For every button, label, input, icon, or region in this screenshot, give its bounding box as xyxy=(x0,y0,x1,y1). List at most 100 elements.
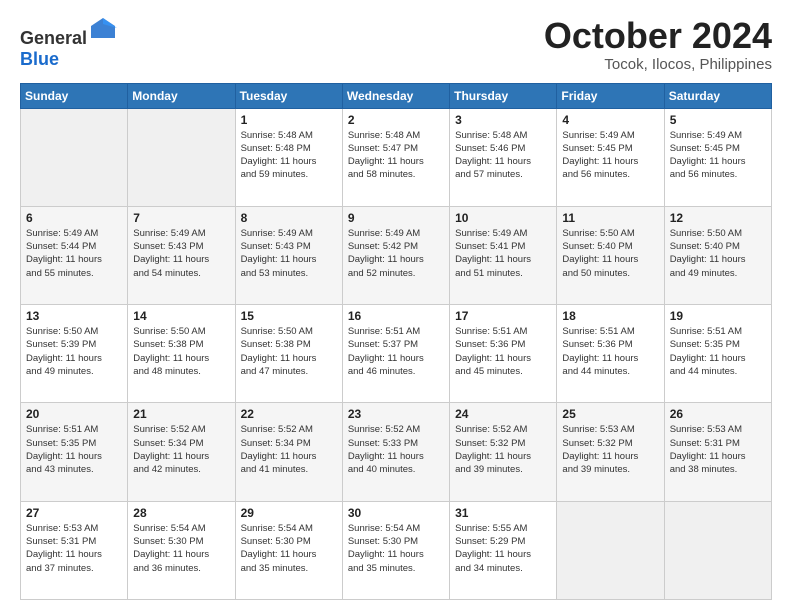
day-detail: Sunrise: 5:53 AMSunset: 5:32 PMDaylight:… xyxy=(562,423,658,476)
day-number: 30 xyxy=(348,506,444,520)
day-detail: Sunrise: 5:54 AMSunset: 5:30 PMDaylight:… xyxy=(241,522,337,575)
calendar-table: Sunday Monday Tuesday Wednesday Thursday… xyxy=(20,83,772,600)
calendar-cell: 23 Sunrise: 5:52 AMSunset: 5:33 PMDayligh… xyxy=(342,403,449,501)
title-area: October 2024 Tocok, Ilocos, Philippines xyxy=(544,16,772,73)
day-detail: Sunrise: 5:50 AMSunset: 5:40 PMDaylight:… xyxy=(562,227,658,280)
day-number: 15 xyxy=(241,309,337,323)
calendar-cell: 14 Sunrise: 5:50 AMSunset: 5:38 PMDayligh… xyxy=(128,305,235,403)
calendar-cell: 21 Sunrise: 5:52 AMSunset: 5:34 PMDayligh… xyxy=(128,403,235,501)
day-detail: Sunrise: 5:52 AMSunset: 5:34 PMDaylight:… xyxy=(241,423,337,476)
calendar-header-row: Sunday Monday Tuesday Wednesday Thursday… xyxy=(21,83,772,108)
day-detail: Sunrise: 5:52 AMSunset: 5:34 PMDaylight:… xyxy=(133,423,229,476)
day-number: 18 xyxy=(562,309,658,323)
day-detail: Sunrise: 5:48 AMSunset: 5:46 PMDaylight:… xyxy=(455,129,551,182)
day-detail: Sunrise: 5:49 AMSunset: 5:42 PMDaylight:… xyxy=(348,227,444,280)
logo-blue: Blue xyxy=(20,49,59,69)
day-number: 2 xyxy=(348,113,444,127)
calendar-cell: 7 Sunrise: 5:49 AMSunset: 5:43 PMDaylight… xyxy=(128,206,235,304)
day-detail: Sunrise: 5:51 AMSunset: 5:35 PMDaylight:… xyxy=(670,325,766,378)
calendar-cell: 26 Sunrise: 5:53 AMSunset: 5:31 PMDayligh… xyxy=(664,403,771,501)
calendar-cell: 24 Sunrise: 5:52 AMSunset: 5:32 PMDayligh… xyxy=(450,403,557,501)
calendar-cell: 6Sunrise: 5:49 AMSunset: 5:44 PMDaylight… xyxy=(21,206,128,304)
calendar-cell: 5Sunrise: 5:49 AMSunset: 5:45 PMDaylight… xyxy=(664,108,771,206)
day-number: 28 xyxy=(133,506,229,520)
calendar-cell: 29 Sunrise: 5:54 AMSunset: 5:30 PMDayligh… xyxy=(235,501,342,599)
day-detail: Sunrise: 5:49 AMSunset: 5:43 PMDaylight:… xyxy=(133,227,229,280)
day-detail: Sunrise: 5:52 AMSunset: 5:32 PMDaylight:… xyxy=(455,423,551,476)
day-detail: Sunrise: 5:54 AMSunset: 5:30 PMDaylight:… xyxy=(348,522,444,575)
calendar-cell: 22 Sunrise: 5:52 AMSunset: 5:34 PMDayligh… xyxy=(235,403,342,501)
calendar-cell: 1Sunrise: 5:48 AMSunset: 5:48 PMDaylight… xyxy=(235,108,342,206)
day-number: 13 xyxy=(26,309,122,323)
calendar-cell: 4Sunrise: 5:49 AMSunset: 5:45 PMDaylight… xyxy=(557,108,664,206)
day-number: 19 xyxy=(670,309,766,323)
logo-general: General xyxy=(20,28,87,48)
day-number: 16 xyxy=(348,309,444,323)
header-monday: Monday xyxy=(128,83,235,108)
day-number: 22 xyxy=(241,407,337,421)
day-detail: Sunrise: 5:51 AMSunset: 5:35 PMDaylight:… xyxy=(26,423,122,476)
day-number: 21 xyxy=(133,407,229,421)
calendar-cell: 9 Sunrise: 5:49 AMSunset: 5:42 PMDaylight… xyxy=(342,206,449,304)
calendar-cell: 30 Sunrise: 5:54 AMSunset: 5:30 PMDayligh… xyxy=(342,501,449,599)
day-number: 12 xyxy=(670,211,766,225)
calendar-cell xyxy=(557,501,664,599)
day-number: 17 xyxy=(455,309,551,323)
day-detail: Sunrise: 5:50 AMSunset: 5:39 PMDaylight:… xyxy=(26,325,122,378)
calendar-row: 27 Sunrise: 5:53 AMSunset: 5:31 PMDayligh… xyxy=(21,501,772,599)
day-detail: Sunrise: 5:49 AMSunset: 5:41 PMDaylight:… xyxy=(455,227,551,280)
calendar-cell: 12 Sunrise: 5:50 AMSunset: 5:40 PMDayligh… xyxy=(664,206,771,304)
day-detail: Sunrise: 5:55 AMSunset: 5:29 PMDaylight:… xyxy=(455,522,551,575)
day-detail: Sunrise: 5:53 AMSunset: 5:31 PMDaylight:… xyxy=(670,423,766,476)
calendar-cell: 20 Sunrise: 5:51 AMSunset: 5:35 PMDayligh… xyxy=(21,403,128,501)
header: General Blue October 2024 Tocok, Ilocos,… xyxy=(20,16,772,73)
day-number: 20 xyxy=(26,407,122,421)
day-number: 9 xyxy=(348,211,444,225)
day-detail: Sunrise: 5:50 AMSunset: 5:38 PMDaylight:… xyxy=(241,325,337,378)
day-number: 29 xyxy=(241,506,337,520)
day-number: 14 xyxy=(133,309,229,323)
calendar-cell: 15 Sunrise: 5:50 AMSunset: 5:38 PMDayligh… xyxy=(235,305,342,403)
calendar-row: 6Sunrise: 5:49 AMSunset: 5:44 PMDaylight… xyxy=(21,206,772,304)
day-detail: Sunrise: 5:49 AMSunset: 5:45 PMDaylight:… xyxy=(562,129,658,182)
day-number: 27 xyxy=(26,506,122,520)
day-number: 5 xyxy=(670,113,766,127)
header-wednesday: Wednesday xyxy=(342,83,449,108)
day-number: 24 xyxy=(455,407,551,421)
day-detail: Sunrise: 5:49 AMSunset: 5:43 PMDaylight:… xyxy=(241,227,337,280)
month-title: October 2024 xyxy=(544,16,772,56)
day-detail: Sunrise: 5:52 AMSunset: 5:33 PMDaylight:… xyxy=(348,423,444,476)
header-saturday: Saturday xyxy=(664,83,771,108)
day-number: 7 xyxy=(133,211,229,225)
day-number: 10 xyxy=(455,211,551,225)
header-sunday: Sunday xyxy=(21,83,128,108)
day-number: 31 xyxy=(455,506,551,520)
day-detail: Sunrise: 5:50 AMSunset: 5:38 PMDaylight:… xyxy=(133,325,229,378)
calendar-row: 13 Sunrise: 5:50 AMSunset: 5:39 PMDayligh… xyxy=(21,305,772,403)
day-detail: Sunrise: 5:50 AMSunset: 5:40 PMDaylight:… xyxy=(670,227,766,280)
calendar-cell xyxy=(128,108,235,206)
header-tuesday: Tuesday xyxy=(235,83,342,108)
day-number: 23 xyxy=(348,407,444,421)
logo: General Blue xyxy=(20,16,117,70)
calendar-cell: 11Sunrise: 5:50 AMSunset: 5:40 PMDayligh… xyxy=(557,206,664,304)
header-friday: Friday xyxy=(557,83,664,108)
day-number: 26 xyxy=(670,407,766,421)
day-detail: Sunrise: 5:53 AMSunset: 5:31 PMDaylight:… xyxy=(26,522,122,575)
day-detail: Sunrise: 5:51 AMSunset: 5:36 PMDaylight:… xyxy=(455,325,551,378)
day-number: 25 xyxy=(562,407,658,421)
location: Tocok, Ilocos, Philippines xyxy=(544,56,772,73)
day-detail: Sunrise: 5:51 AMSunset: 5:36 PMDaylight:… xyxy=(562,325,658,378)
header-thursday: Thursday xyxy=(450,83,557,108)
calendar-cell: 19 Sunrise: 5:51 AMSunset: 5:35 PMDayligh… xyxy=(664,305,771,403)
calendar-cell: 2Sunrise: 5:48 AMSunset: 5:47 PMDaylight… xyxy=(342,108,449,206)
day-detail: Sunrise: 5:48 AMSunset: 5:48 PMDaylight:… xyxy=(241,129,337,182)
day-detail: Sunrise: 5:54 AMSunset: 5:30 PMDaylight:… xyxy=(133,522,229,575)
day-detail: Sunrise: 5:49 AMSunset: 5:44 PMDaylight:… xyxy=(26,227,122,280)
calendar-row: 20 Sunrise: 5:51 AMSunset: 5:35 PMDayligh… xyxy=(21,403,772,501)
calendar-cell: 18 Sunrise: 5:51 AMSunset: 5:36 PMDayligh… xyxy=(557,305,664,403)
day-number: 3 xyxy=(455,113,551,127)
calendar-cell: 8 Sunrise: 5:49 AMSunset: 5:43 PMDaylight… xyxy=(235,206,342,304)
day-number: 8 xyxy=(241,211,337,225)
calendar-cell xyxy=(664,501,771,599)
